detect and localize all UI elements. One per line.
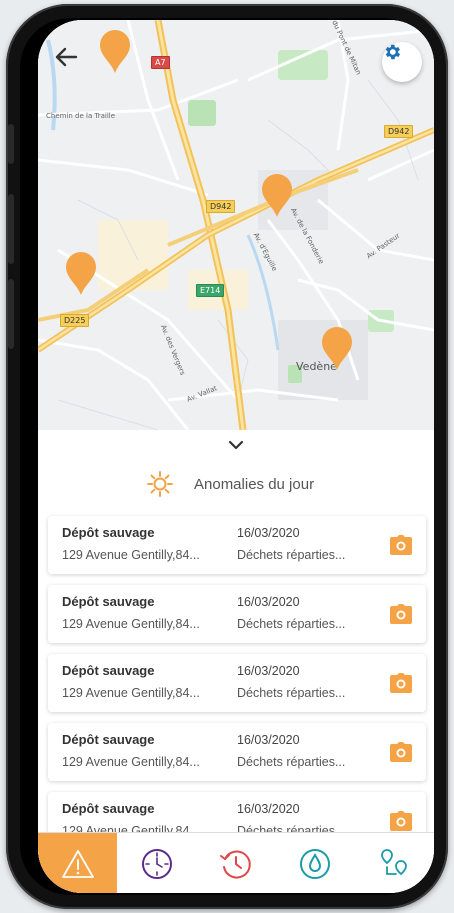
map-pin-icon[interactable] (98, 28, 132, 74)
anomaly-type: Dépôt sauvage (62, 525, 155, 540)
side-button (8, 194, 14, 264)
anomaly-address: 129 Avenue Gentilly,84... (62, 755, 200, 769)
tab-schedule[interactable] (117, 833, 196, 893)
camera-icon[interactable] (390, 604, 412, 624)
sheet-header: Anomalies du jour (146, 470, 314, 498)
clock-dashed-icon (141, 848, 172, 879)
anomaly-address: 129 Avenue Gentilly,84... (62, 617, 200, 631)
bottom-tab-bar (38, 832, 434, 893)
map-canvas (38, 20, 434, 430)
sun-alert-icon (147, 471, 173, 497)
anomalies-list: Dépôt sauvage 129 Avenue Gentilly,84... … (48, 516, 426, 861)
street-name: Chemin de la Traille (46, 112, 116, 120)
settings-button[interactable] (382, 42, 422, 82)
road-label: D942 (384, 125, 414, 138)
history-icon (219, 850, 251, 879)
camera-icon[interactable] (390, 811, 412, 831)
map-pin-icon[interactable] (320, 325, 354, 371)
gear-icon (385, 44, 401, 60)
list-item[interactable]: Dépôt sauvage 129 Avenue Gentilly,84... … (48, 723, 426, 781)
back-button[interactable] (54, 46, 88, 80)
anomaly-type: Dépôt sauvage (62, 801, 155, 816)
map-pin-icon[interactable] (64, 250, 98, 296)
anomaly-description: Déchets réparties... (237, 686, 346, 700)
tab-anomalies[interactable] (38, 833, 118, 893)
chevron-down-icon (228, 440, 244, 450)
route-pins-icon (381, 848, 408, 875)
tab-history[interactable] (196, 833, 275, 893)
side-button (8, 279, 14, 349)
camera-icon[interactable] (390, 535, 412, 555)
map-pin-icon[interactable] (260, 172, 294, 218)
road-label: A7 (151, 56, 170, 69)
gauge-drop-icon (300, 848, 331, 879)
road-label: E714 (196, 284, 225, 297)
sheet-title: Anomalies du jour (194, 475, 315, 493)
anomaly-date: 16/03/2020 (237, 802, 300, 816)
anomaly-date: 16/03/2020 (237, 595, 300, 609)
anomaly-description: Déchets réparties... (237, 755, 346, 769)
anomaly-date: 16/03/2020 (237, 526, 300, 540)
anomaly-type: Dépôt sauvage (62, 663, 155, 678)
anomaly-address: 129 Avenue Gentilly,84... (62, 548, 200, 562)
collapse-button[interactable] (224, 436, 248, 454)
anomaly-address: 129 Avenue Gentilly,84... (62, 686, 200, 700)
tab-route[interactable] (355, 833, 434, 893)
anomaly-type: Dépôt sauvage (62, 732, 155, 747)
road-label: D225 (60, 314, 90, 327)
road-label: D942 (206, 200, 236, 213)
app-screen: A7 D942 D942 D225 E714 Chemin de la Trai… (38, 20, 434, 893)
warning-icon (61, 849, 94, 878)
list-item[interactable]: Dépôt sauvage 129 Avenue Gentilly,84... … (48, 516, 426, 574)
anomalies-sheet: Anomalies du jour Dépôt sauvage 129 Aven… (38, 430, 434, 893)
anomaly-description: Déchets réparties... (237, 617, 346, 631)
anomaly-type: Dépôt sauvage (62, 594, 155, 609)
list-item[interactable]: Dépôt sauvage 129 Avenue Gentilly,84... … (48, 585, 426, 643)
camera-icon[interactable] (390, 673, 412, 693)
side-button (8, 124, 14, 164)
anomaly-description: Déchets réparties... (237, 548, 346, 562)
camera-icon[interactable] (390, 742, 412, 762)
list-item[interactable]: Dépôt sauvage 129 Avenue Gentilly,84... … (48, 654, 426, 712)
tab-consumption[interactable] (276, 833, 355, 893)
map-view[interactable]: A7 D942 D942 D225 E714 Chemin de la Trai… (38, 20, 434, 430)
back-arrow-icon (55, 47, 78, 67)
anomaly-date: 16/03/2020 (237, 664, 300, 678)
anomaly-date: 16/03/2020 (237, 733, 300, 747)
